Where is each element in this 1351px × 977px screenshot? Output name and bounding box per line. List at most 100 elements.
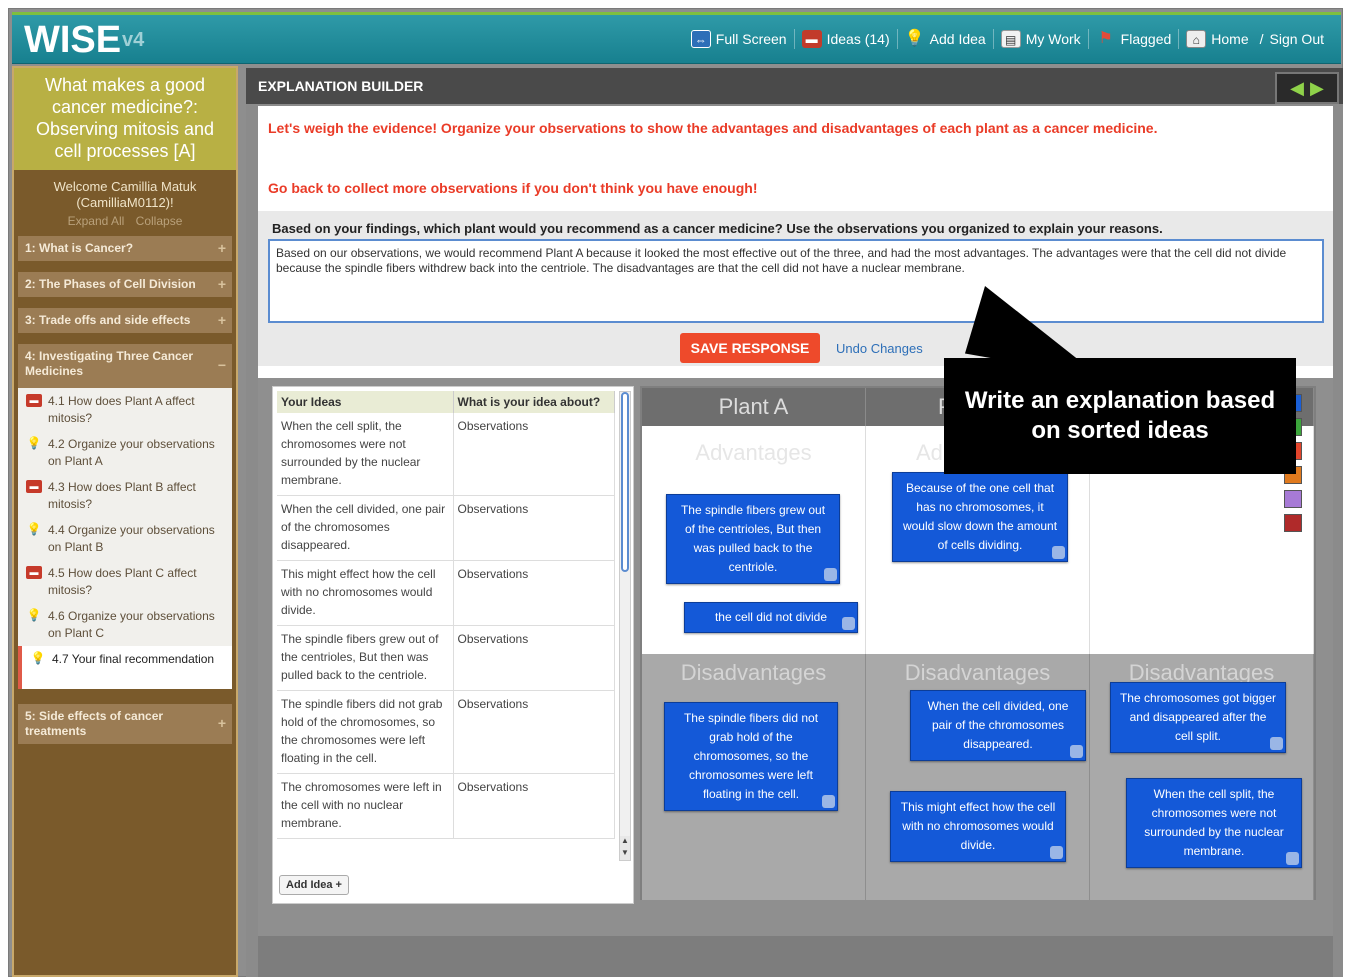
full-screen-label: Full Screen bbox=[715, 31, 787, 47]
idea-card-text: The chromosomes got bigger and disappear… bbox=[1119, 691, 1277, 743]
unit-3[interactable]: 3: Trade offs and side effects + bbox=[18, 308, 232, 333]
instruction-text-2: Go back to collect more observations if … bbox=[268, 180, 758, 196]
previous-step-arrow-icon[interactable]: ◀ bbox=[1290, 78, 1304, 99]
table-row[interactable]: When the cell split, the chromosomes wer… bbox=[277, 413, 615, 496]
idea-card-text: This might effect how the cell with no c… bbox=[900, 800, 1056, 852]
idea-card[interactable]: the cell did not divide bbox=[684, 602, 858, 633]
resize-handle-icon[interactable] bbox=[824, 568, 837, 581]
step-label: 4.3 How does Plant B affect mitosis? bbox=[48, 480, 196, 511]
idea-card[interactable]: When the cell divided, one pair of the c… bbox=[910, 690, 1086, 761]
unit-label: 1: What is Cancer? bbox=[25, 241, 134, 255]
expand-plus-icon: + bbox=[217, 715, 226, 731]
about-cell: Observations bbox=[453, 413, 615, 496]
collapse-link[interactable]: Collapse bbox=[132, 214, 187, 228]
lightbulb-icon: 💡 bbox=[26, 608, 42, 622]
sign-out-button[interactable]: Sign Out bbox=[1268, 29, 1331, 49]
step-header: EXPLANATION BUILDER bbox=[246, 68, 1343, 104]
expand-plus-icon: + bbox=[217, 311, 226, 328]
unit-5[interactable]: 5: Side effects of cancer treatments + bbox=[18, 704, 232, 744]
collapse-minus-icon: − bbox=[217, 357, 226, 373]
idea-cell: When the cell divided, one pair of the c… bbox=[277, 495, 454, 561]
add-idea-button[interactable]: 💡 Add Idea bbox=[898, 29, 994, 49]
advantages-label: Advantages bbox=[695, 440, 812, 465]
ideas-button[interactable]: ▬ Ideas (14) bbox=[795, 29, 898, 49]
unit-1[interactable]: 1: What is Cancer? + bbox=[18, 236, 232, 261]
table-row[interactable]: This might effect how the cell with no c… bbox=[277, 560, 615, 626]
step-4-4[interactable]: 💡 4.4 Organize your observations on Plan… bbox=[18, 517, 232, 560]
about-cell: Observations bbox=[453, 495, 615, 561]
notebook-icon: ▤ bbox=[1000, 30, 1021, 48]
color-swatch-darkred[interactable] bbox=[1284, 514, 1302, 532]
response-area: Based on your findings, which plant woul… bbox=[258, 211, 1333, 366]
resize-handle-icon[interactable] bbox=[1270, 737, 1283, 750]
my-work-button[interactable]: ▤ My Work bbox=[994, 29, 1089, 49]
unit-4[interactable]: 4: Investigating Three Cancer Medicines … bbox=[18, 344, 232, 388]
callout-annotation: Write an explanation based on sorted ide… bbox=[944, 358, 1296, 474]
welcome-text: Welcome Camillia Matuk (CamilliaM0112)! bbox=[53, 179, 197, 210]
home-icon: ⌂ bbox=[1186, 30, 1207, 48]
scroll-down-icon[interactable]: ▼ bbox=[620, 848, 630, 860]
nav-separator: / bbox=[1259, 31, 1264, 47]
step-label: 4.6 Organize your observations on Plant … bbox=[48, 609, 215, 640]
idea-card[interactable]: The spindle fibers grew out of the centr… bbox=[666, 494, 840, 584]
resize-handle-icon[interactable] bbox=[842, 617, 855, 630]
add-idea-button[interactable]: Add Idea + bbox=[279, 875, 349, 895]
ideas-basket-icon: ▬ bbox=[26, 394, 42, 407]
resize-handle-icon[interactable] bbox=[1050, 846, 1063, 859]
scroll-up-icon[interactable]: ▲ bbox=[620, 836, 630, 848]
step-label: 4.5 How does Plant C affect mitosis? bbox=[48, 566, 197, 597]
idea-card[interactable]: When the cell split, the chromosomes wer… bbox=[1126, 778, 1302, 868]
sidebar: What makes a good cancer medicine?: Obse… bbox=[12, 66, 238, 977]
top-bar: WISE v4 ⇔ Full Screen ▬ Ideas (14) 💡 Add… bbox=[12, 12, 1341, 64]
idea-card[interactable]: The chromosomes got bigger and disappear… bbox=[1110, 682, 1286, 753]
save-response-button[interactable]: SAVE RESPONSE bbox=[680, 333, 820, 363]
flagged-button[interactable]: ⚑ Flagged bbox=[1089, 29, 1180, 49]
ideas-label: Ideas (14) bbox=[826, 31, 890, 47]
prompt-text: Based on your findings, which plant woul… bbox=[272, 221, 1163, 236]
top-nav: ⇔ Full Screen ▬ Ideas (14) 💡 Add Idea ▤ … bbox=[684, 29, 1331, 49]
column-plant-a: Plant A bbox=[642, 388, 866, 426]
idea-cell: The spindle fibers grew out of the centr… bbox=[277, 625, 454, 691]
next-step-arrow-icon[interactable]: ▶ bbox=[1310, 78, 1324, 99]
resize-handle-icon[interactable] bbox=[1286, 852, 1299, 865]
sign-out-label: Sign Out bbox=[1269, 31, 1324, 47]
step-title: EXPLANATION BUILDER bbox=[258, 78, 424, 94]
step-4-6[interactable]: 💡 4.6 Organize your observations on Plan… bbox=[18, 603, 232, 646]
project-title: What makes a good cancer medicine?: Obse… bbox=[14, 68, 236, 170]
table-row[interactable]: When the cell divided, one pair of the c… bbox=[277, 495, 615, 561]
step-4-1[interactable]: ▬ 4.1 How does Plant A affect mitosis? bbox=[18, 388, 232, 431]
step-4-5[interactable]: ▬ 4.5 How does Plant C affect mitosis? bbox=[18, 560, 232, 603]
step-4-2[interactable]: 💡 4.2 Organize your observations on Plan… bbox=[18, 431, 232, 474]
color-swatch-purple[interactable] bbox=[1284, 490, 1302, 508]
step-4-7[interactable]: 💡 4.7 Your final recommendation bbox=[18, 646, 232, 689]
resize-handle-icon[interactable] bbox=[822, 795, 835, 808]
idea-card-text: The spindle fibers grew out of the centr… bbox=[680, 503, 826, 574]
about-cell: Observations bbox=[453, 690, 615, 774]
flagged-label: Flagged bbox=[1120, 31, 1172, 47]
idea-card[interactable]: This might effect how the cell with no c… bbox=[890, 791, 1066, 862]
step-nav: ◀ ▶ bbox=[1275, 72, 1339, 104]
table-row[interactable]: The spindle fibers grew out of the centr… bbox=[277, 625, 615, 691]
ideas-basket-icon: ▬ bbox=[801, 30, 822, 48]
table-header-row: Your Ideas What is your idea about? bbox=[277, 391, 615, 413]
lightbulb-icon: 💡 bbox=[904, 30, 925, 47]
undo-changes-link[interactable]: Undo Changes bbox=[836, 341, 923, 356]
full-screen-button[interactable]: ⇔ Full Screen bbox=[684, 29, 795, 49]
about-cell: Observations bbox=[453, 625, 615, 691]
table-row[interactable]: The spindle fibers did not grab hold of … bbox=[277, 690, 615, 774]
idea-card[interactable]: Because of the one cell that has no chro… bbox=[892, 472, 1068, 562]
idea-card-text: Because of the one cell that has no chro… bbox=[902, 481, 1058, 552]
table-row[interactable]: The chromosomes were left in the cell wi… bbox=[277, 773, 615, 839]
resize-handle-icon[interactable] bbox=[1052, 546, 1065, 559]
idea-card[interactable]: The spindle fibers did not grab hold of … bbox=[664, 702, 838, 811]
scroll-thumb[interactable] bbox=[621, 392, 629, 572]
step-4-3[interactable]: ▬ 4.3 How does Plant B affect mitosis? bbox=[18, 474, 232, 517]
resize-handle-icon[interactable] bbox=[1070, 745, 1083, 758]
home-button[interactable]: ⌂ Home bbox=[1179, 29, 1255, 49]
ideas-scrollbar[interactable]: ▲ ▼ bbox=[619, 391, 631, 861]
unit-2[interactable]: 2: The Phases of Cell Division + bbox=[18, 272, 232, 297]
about-cell: Observations bbox=[453, 560, 615, 626]
response-textarea[interactable]: Based on our observations, we would reco… bbox=[268, 239, 1324, 323]
instruction-text: Let's weigh the evidence! Organize your … bbox=[268, 120, 1158, 136]
expand-all-link[interactable]: Expand All bbox=[64, 214, 129, 228]
